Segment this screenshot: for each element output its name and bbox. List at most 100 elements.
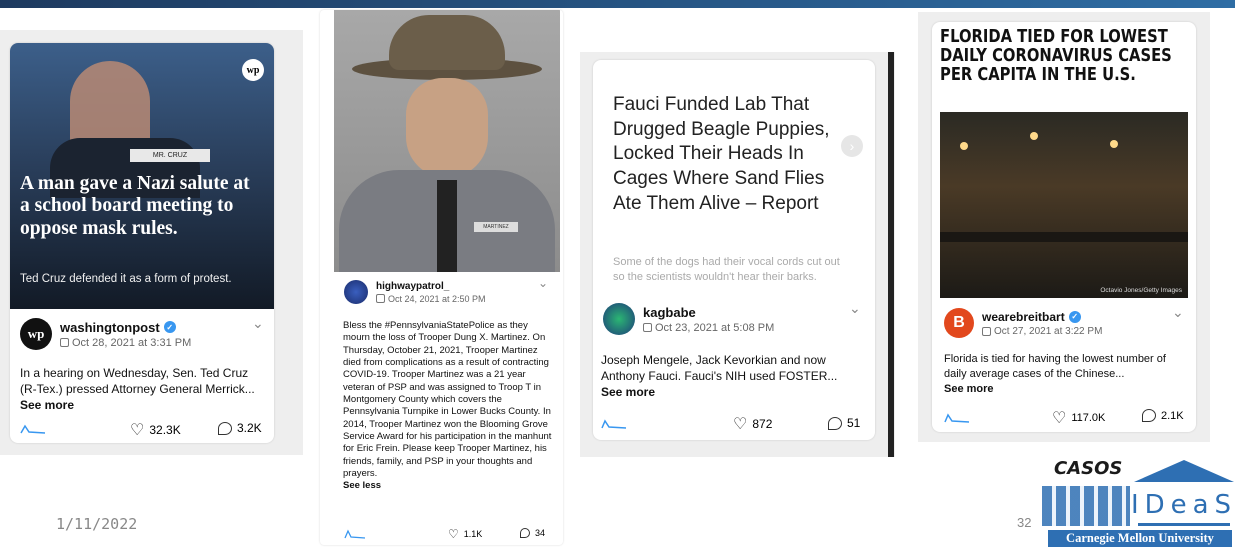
username-text[interactable]: kagbabe: [643, 305, 696, 320]
see-less-link[interactable]: See less: [343, 480, 381, 491]
tie: [437, 180, 457, 272]
comment-icon: [1142, 409, 1156, 422]
username-text[interactable]: highwaypatrol_: [376, 281, 449, 292]
logo-icons: [1042, 486, 1130, 526]
image-headline: Fauci Funded Lab That Drugged Beagle Pup…: [613, 94, 830, 214]
comments-stat[interactable]: 2.1K: [1142, 409, 1184, 422]
post-image: Fauci Funded Lab That Drugged Beagle Pup…: [601, 75, 865, 315]
wp-corner-logo: wp: [242, 59, 264, 81]
top-bar: [0, 0, 1235, 8]
image-headline: A man gave a Nazi salute at a school boa…: [20, 173, 250, 239]
instagram-icon: [60, 338, 69, 347]
username-text[interactable]: wearebreitbart: [982, 310, 1065, 324]
post-image: MR. CRUZ wp A man gave a Nazi salute at …: [10, 43, 274, 309]
image-headline: FLORIDA TIED FOR LOWEST DAILY CORONAVIRU…: [940, 26, 1172, 85]
likes-stat[interactable]: ♡ 117.0K: [1052, 408, 1105, 428]
post-header: kagbabe Oct 23, 2021 at 5:08 PM: [603, 303, 774, 335]
post-caption: Bless the #PennsylvaniaStatePolice as th…: [343, 320, 555, 493]
light: [1110, 140, 1118, 148]
post-date: Oct 23, 2021 at 5:08 PM: [643, 322, 774, 334]
likes-count: 872: [752, 417, 773, 431]
comment-icon: [828, 416, 842, 430]
page-number: 32: [1017, 515, 1032, 530]
post-caption: Florida is tied for having the lowest nu…: [944, 352, 1188, 397]
instagram-icon: [982, 326, 991, 336]
comments-stat[interactable]: 34: [520, 528, 545, 538]
post-date: Oct 24, 2021 at 2:50 PM: [376, 294, 486, 304]
slide: MR. CRUZ wp A man gave a Nazi salute at …: [0, 0, 1235, 548]
likes-stat[interactable]: ♡ 32.3K: [130, 420, 181, 440]
chevron-down-icon[interactable]: ⌄: [538, 276, 548, 290]
image-subtext: Ted Cruz defended it as a form of protes…: [20, 273, 232, 285]
heart-icon: ♡: [448, 527, 459, 541]
name-tag: MARTINEZ: [474, 222, 518, 232]
likes-count: 1.1K: [463, 529, 483, 539]
avatar[interactable]: [344, 280, 368, 304]
post-header: wp washingtonpost ✓ Oct 28, 2021 at 3:31 …: [20, 318, 191, 350]
comments-count: 51: [847, 416, 861, 430]
username[interactable]: washingtonpost ✓: [60, 320, 191, 335]
carousel-next-icon[interactable]: ›: [841, 135, 863, 157]
avatar[interactable]: B: [944, 308, 974, 338]
post-card-kagbabe[interactable]: Fauci Funded Lab That Drugged Beagle Pup…: [593, 60, 875, 440]
post-image: FLORIDA TIED FOR LOWEST DAILY CORONAVIRU…: [940, 22, 1188, 300]
username[interactable]: kagbabe: [643, 305, 774, 320]
railing: [940, 232, 1188, 242]
light: [1030, 132, 1038, 140]
sparkline-icon[interactable]: [344, 529, 366, 539]
heart-icon: ♡: [130, 422, 145, 439]
likes-stat[interactable]: ♡ 1.1K: [448, 527, 482, 541]
see-more-link[interactable]: See more: [944, 383, 994, 395]
face: [406, 78, 488, 178]
heart-icon: ♡: [733, 416, 748, 433]
post-card-breitbart[interactable]: FLORIDA TIED FOR LOWEST DAILY CORONAVIRU…: [932, 22, 1196, 432]
casos-ideas-logo: CASOS IDeaS Carnegie Mellon University: [1040, 458, 1235, 548]
avatar[interactable]: [603, 303, 635, 335]
comments-stat[interactable]: 3.2K: [218, 421, 262, 435]
post-card-highwaypatrol[interactable]: MARTINEZ highwaypatrol_ Oct 24, 2021 at …: [320, 10, 563, 545]
post-date-text: Oct 23, 2021 at 5:08 PM: [655, 321, 775, 334]
caption-text: Joseph Mengele, Jack Kevorkian and now A…: [601, 353, 838, 384]
light: [960, 142, 968, 150]
hat-crown: [389, 15, 505, 70]
avatar[interactable]: wp: [20, 318, 52, 350]
post-date-text: Oct 28, 2021 at 3:31 PM: [72, 336, 192, 349]
chevron-down-icon[interactable]: ⌄: [1172, 304, 1184, 321]
comments-count: 2.1K: [1161, 409, 1184, 422]
verified-icon: ✓: [1068, 310, 1081, 323]
caption-text: Bless the #PennsylvaniaStatePolice as th…: [343, 320, 552, 480]
post-date: Oct 27, 2021 at 3:22 PM: [982, 326, 1102, 337]
post-date: Oct 28, 2021 at 3:31 PM: [60, 337, 191, 349]
carousel-divider: [888, 52, 894, 457]
sparkline-icon[interactable]: [944, 412, 970, 424]
likes-count: 32.3K: [149, 423, 181, 437]
photo: Octavio Jones/Getty Images: [940, 112, 1188, 298]
likes-stat[interactable]: ♡ 872: [733, 414, 772, 434]
post-header: highwaypatrol_ Oct 24, 2021 at 2:50 PM: [344, 280, 486, 304]
post-card-washingtonpost[interactable]: MR. CRUZ wp A man gave a Nazi salute at …: [10, 43, 274, 443]
likes-count: 117.0K: [1071, 412, 1106, 424]
post-caption: Joseph Mengele, Jack Kevorkian and now A…: [601, 352, 865, 401]
slide-date: 1/11/2022: [56, 515, 138, 533]
comments-count: 34: [535, 528, 546, 538]
caption-text: Florida is tied for having the lowest nu…: [944, 353, 1166, 380]
post-caption: In a hearing on Wednesday, Sen. Ted Cruz…: [20, 365, 266, 414]
see-more-link[interactable]: See more: [20, 398, 74, 412]
comments-stat[interactable]: 51: [828, 416, 860, 430]
post-header: B wearebreitbart ✓ Oct 27, 2021 at 3:22 P…: [944, 308, 1102, 338]
chevron-down-icon[interactable]: ⌄: [252, 315, 264, 332]
chevron-down-icon[interactable]: ⌄: [849, 300, 861, 317]
caption-text: In a hearing on Wednesday, Sen. Ted Cruz…: [20, 366, 255, 397]
username-text[interactable]: washingtonpost: [60, 320, 160, 335]
see-more-link[interactable]: See more: [601, 385, 655, 399]
username[interactable]: wearebreitbart ✓: [982, 310, 1102, 324]
post-date-text: Oct 27, 2021 at 3:22 PM: [994, 325, 1103, 337]
comments-count: 3.2K: [237, 421, 262, 435]
sparkline-icon[interactable]: [20, 423, 46, 435]
temple-roof: [1134, 460, 1234, 482]
sparkline-icon[interactable]: [601, 418, 627, 430]
comment-icon: [520, 528, 530, 538]
username[interactable]: highwaypatrol_: [376, 281, 486, 292]
image-subtext: Some of the dogs had their vocal cords c…: [613, 256, 840, 284]
post-image: MARTINEZ: [334, 10, 560, 272]
